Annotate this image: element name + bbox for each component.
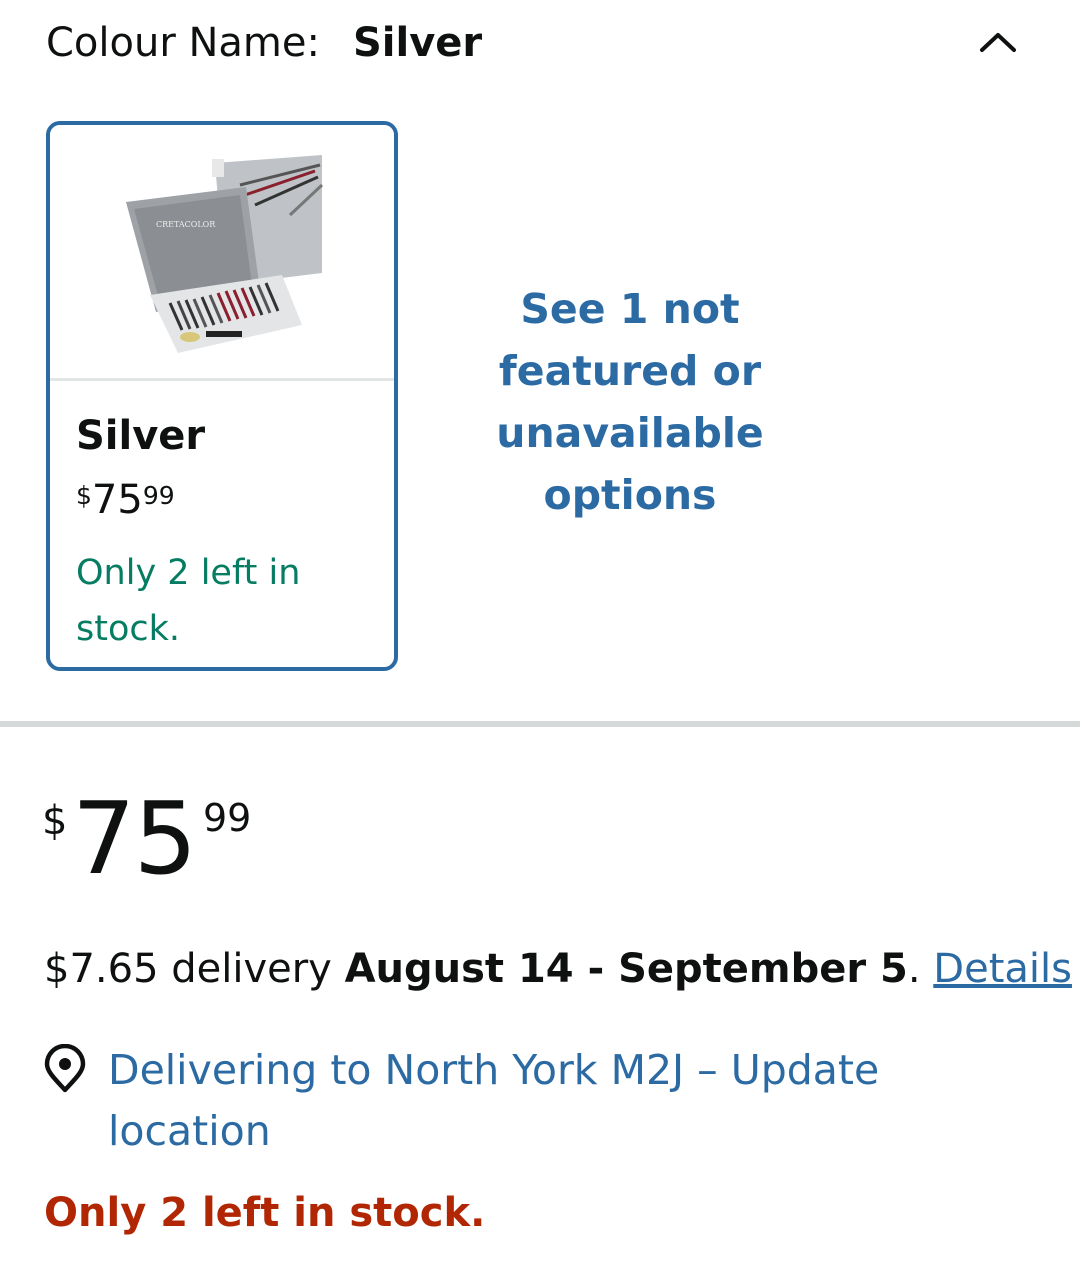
delivery-dates: August 14 - September 5 [344,946,908,992]
delivery-cost: $7.65 delivery [44,946,345,992]
swatch-stock-status: Only 2 left in stock. [76,553,301,649]
section-divider [0,721,1080,727]
swatch-price-fraction: 99 [142,481,175,510]
swatch-price: $7599 [76,477,175,523]
colour-selector-header[interactable]: Colour Name: Silver [46,18,1040,74]
swatch-price-currency: $ [76,481,92,510]
delivery-period: . [907,946,934,992]
delivery-details-link[interactable]: Details [933,946,1072,992]
colour-name-value: Silver [353,20,483,66]
chevron-up-icon[interactable] [978,30,1018,54]
delivery-location-link[interactable]: Delivering to North York M2J – Update lo… [108,1040,968,1162]
colour-swatch-silver[interactable]: CRETACOLOR Silver $7599 Only 2 left in s… [46,121,398,671]
location-pin-icon [44,1044,86,1093]
see-unavailable-options-link[interactable]: See 1 not featured or unavailable option… [470,278,790,526]
swatch-name: Silver [76,413,206,459]
price-whole: 75 [72,780,197,897]
colour-name-label: Colour Name: [46,20,320,66]
stock-warning: Only 2 left in stock. [44,1190,486,1236]
product-image: CRETACOLOR [50,125,394,381]
price-fraction: 99 [203,796,252,840]
delivery-info: $7.65 delivery August 14 - September 5. … [44,946,1072,992]
price-currency: $ [42,798,68,844]
product-brand-text: CRETACOLOR [156,220,216,229]
swatch-price-whole: 75 [91,477,143,523]
